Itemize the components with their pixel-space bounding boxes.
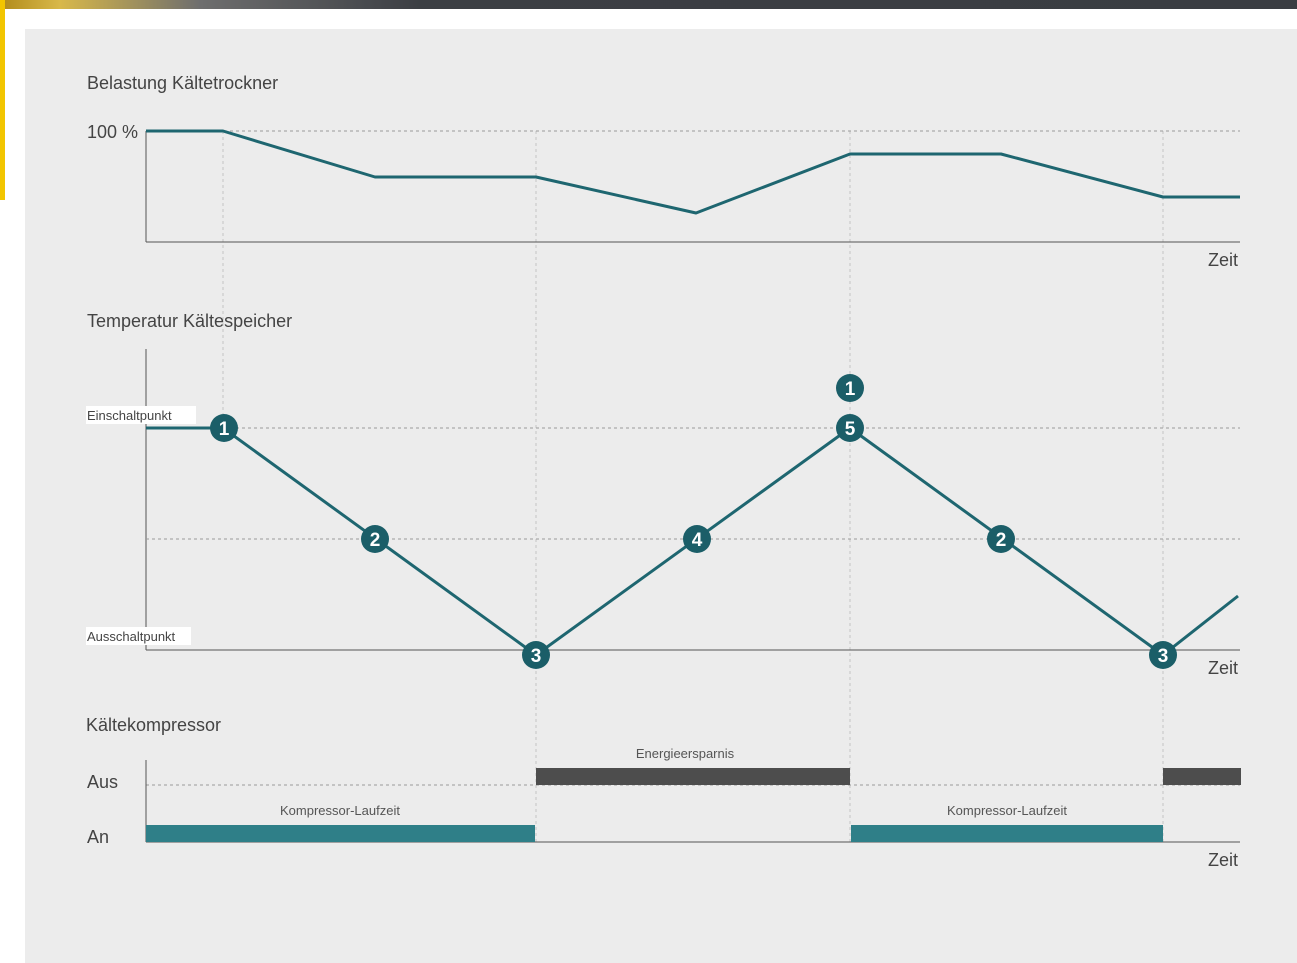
saving-bar-2 bbox=[1163, 768, 1241, 785]
compressor-x-label: Zeit bbox=[1208, 850, 1238, 870]
saving-bar-1 bbox=[536, 768, 850, 785]
marker-7: 3 bbox=[1149, 641, 1177, 669]
runtime-bar-2 bbox=[851, 825, 1163, 842]
marker-number: 3 bbox=[531, 646, 542, 667]
load-chart-title: Belastung Kältetrockner bbox=[87, 73, 278, 93]
saving-label: Energieersparnis bbox=[636, 746, 735, 761]
marker-1: 1 bbox=[210, 414, 238, 442]
marker-number: 2 bbox=[370, 530, 381, 551]
marker-number: 5 bbox=[845, 419, 856, 440]
load-curve bbox=[146, 129, 1240, 215]
marker-2: 2 bbox=[361, 525, 389, 553]
marker-number: 1 bbox=[219, 419, 230, 440]
compressor-on-label: An bbox=[87, 827, 109, 847]
load-y-tick-100: 100 % bbox=[87, 122, 138, 142]
marker-number: 4 bbox=[692, 530, 703, 551]
temperature-x-label: Zeit bbox=[1208, 658, 1238, 678]
marker-4: 4 bbox=[683, 525, 711, 553]
marker-extra: 1 bbox=[836, 374, 864, 402]
load-chart: Belastung Kältetrockner 100 % Zeit bbox=[87, 73, 1240, 270]
runtime-label-1: Kompressor-Laufzeit bbox=[280, 803, 400, 818]
process-diagram: Belastung Kältetrockner 100 % Zeit Tempe… bbox=[86, 73, 1241, 870]
marker-number: 3 bbox=[1158, 646, 1169, 667]
load-x-label: Zeit bbox=[1208, 250, 1238, 270]
temperature-chart-title: Temperatur Kältespeicher bbox=[87, 311, 292, 331]
phase-guides bbox=[222, 131, 1164, 842]
compressor-chart-title: Kältekompressor bbox=[86, 715, 221, 735]
marker-5: 5 bbox=[836, 414, 864, 442]
compressor-chart: Kältekompressor Aus An Kompressor-Laufze… bbox=[86, 715, 1241, 870]
off-point-label: Ausschaltpunkt bbox=[87, 629, 176, 644]
marker-number: 1 bbox=[845, 379, 856, 400]
marker-number: 2 bbox=[996, 530, 1007, 551]
temperature-chart: Temperatur Kältespeicher Einschaltpunkt … bbox=[86, 311, 1240, 678]
compressor-off-label: Aus bbox=[87, 772, 118, 792]
on-point-label: Einschaltpunkt bbox=[87, 408, 172, 423]
marker-3: 3 bbox=[522, 641, 550, 669]
runtime-bar-1 bbox=[146, 825, 535, 842]
runtime-label-2: Kompressor-Laufzeit bbox=[947, 803, 1067, 818]
marker-6: 2 bbox=[987, 525, 1015, 553]
